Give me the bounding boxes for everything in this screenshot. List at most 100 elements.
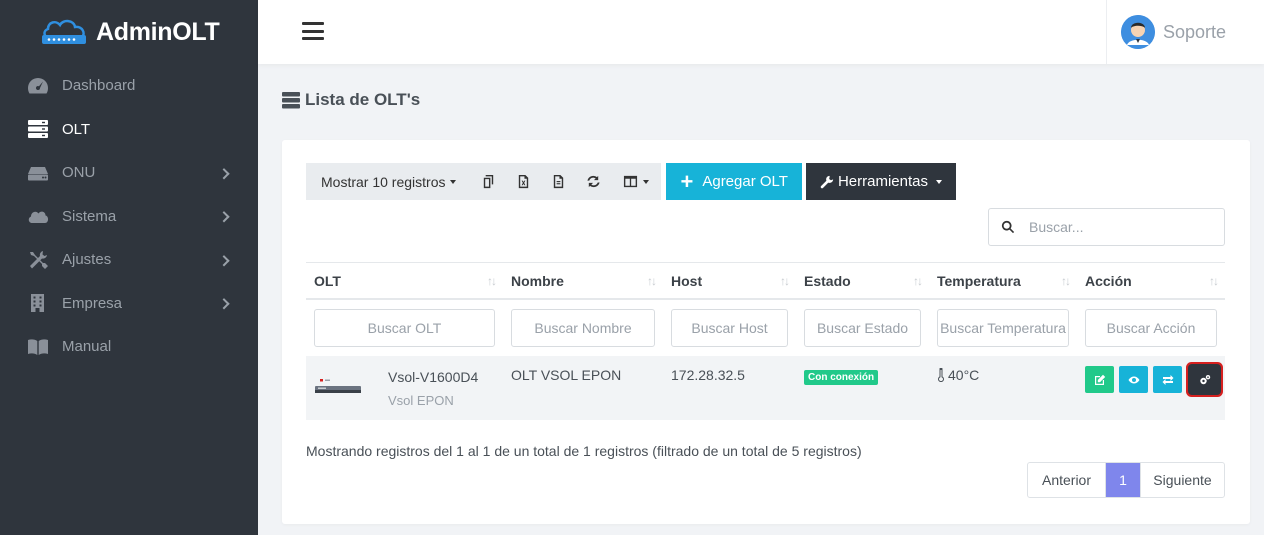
book-icon bbox=[26, 337, 50, 357]
page-title: Lista de OLT's bbox=[282, 90, 420, 110]
filter-host-input[interactable] bbox=[671, 309, 788, 347]
filter-estado-input[interactable] bbox=[804, 309, 921, 347]
next-page-button[interactable]: Siguiente bbox=[1140, 463, 1224, 497]
column-header-nombre[interactable]: Nombre ↑↓ bbox=[503, 263, 663, 298]
column-header-estado[interactable]: Estado ↑↓ bbox=[796, 263, 929, 298]
chevron-right-icon bbox=[218, 211, 230, 223]
file-excel-icon bbox=[519, 174, 529, 189]
sort-icon: ↑↓ bbox=[487, 274, 497, 288]
sidebar-item-dashboard[interactable]: Dashboard bbox=[0, 64, 258, 108]
olt-list-card: Mostrar 10 registros + Agregar OLT Herra… bbox=[282, 140, 1250, 524]
tools-label: Herramientas bbox=[837, 173, 928, 190]
cogs-icon bbox=[1199, 374, 1210, 384]
transfer-button[interactable] bbox=[1153, 366, 1182, 393]
copy-button[interactable] bbox=[471, 163, 506, 200]
show-records-dropdown[interactable]: Mostrar 10 registros bbox=[306, 163, 471, 200]
sidebar-item-manual[interactable]: Manual bbox=[0, 325, 258, 369]
plus-icon: + bbox=[680, 168, 694, 194]
sidebar-item-olt[interactable]: OLT bbox=[0, 108, 258, 152]
cell-olt: Vsol-V1600D4 Vsol EPON bbox=[306, 356, 503, 420]
filter-cell-olt bbox=[306, 309, 503, 347]
table-header-row: OLT ↑↓ Nombre ↑↓ Host ↑↓ Estado ↑↓ Temperatu… bbox=[306, 262, 1225, 300]
chevron-right-icon bbox=[218, 298, 230, 310]
refresh-icon bbox=[587, 175, 601, 188]
cell-accion bbox=[1077, 356, 1225, 420]
olt-table: OLT ↑↓ Nombre ↑↓ Host ↑↓ Estado ↑↓ Temperatu… bbox=[306, 262, 1225, 420]
sidebar-item-ajustes[interactable]: Ajustes bbox=[0, 238, 258, 282]
column-visibility-dropdown[interactable] bbox=[611, 163, 661, 200]
sidebar-item-label: Sistema bbox=[62, 207, 117, 225]
sort-icon: ↑↓ bbox=[780, 274, 790, 288]
temperature-value: 40°C bbox=[948, 367, 980, 383]
caret-down-icon bbox=[935, 179, 942, 184]
column-header-olt[interactable]: OLT ↑↓ bbox=[306, 263, 503, 298]
sidebar-item-label: Dashboard bbox=[62, 77, 136, 95]
sort-icon: ↑↓ bbox=[913, 274, 923, 288]
cloud-router-logo-icon bbox=[42, 19, 86, 44]
exchange-icon bbox=[1162, 374, 1173, 385]
sort-icon: ↑↓ bbox=[1061, 274, 1071, 288]
pdf-export-button[interactable] bbox=[541, 163, 576, 200]
add-olt-button[interactable]: + Agregar OLT bbox=[666, 163, 802, 200]
header-label: Temperatura bbox=[937, 272, 1021, 289]
filter-temperatura-input[interactable] bbox=[937, 309, 1069, 347]
brand[interactable]: AdminOLT bbox=[0, 0, 258, 64]
menu-toggle-icon[interactable] bbox=[302, 22, 324, 40]
search-icon bbox=[1001, 220, 1015, 234]
wrench-icon bbox=[820, 175, 834, 188]
column-header-temperatura[interactable]: Temperatura ↑↓ bbox=[929, 263, 1077, 298]
tools-icon bbox=[26, 250, 50, 270]
pagination: Anterior 1 Siguiente bbox=[1027, 462, 1225, 498]
user-menu[interactable]: Soporte bbox=[1106, 0, 1264, 64]
page-title-text: Lista de OLT's bbox=[305, 90, 421, 109]
excel-export-button[interactable] bbox=[506, 163, 541, 200]
table-filter-row bbox=[306, 300, 1225, 356]
export-button-group: Mostrar 10 registros bbox=[306, 163, 662, 200]
sort-icon: ↑↓ bbox=[647, 274, 657, 288]
filter-olt-input[interactable] bbox=[314, 309, 495, 347]
header-label: Estado bbox=[804, 272, 851, 289]
tools-dropdown-button[interactable]: Herramientas bbox=[805, 163, 956, 200]
caret-down-icon bbox=[643, 179, 650, 184]
thermometer-icon bbox=[938, 367, 944, 383]
user-name: Soporte bbox=[1163, 21, 1227, 42]
refresh-button[interactable] bbox=[576, 163, 611, 200]
cell-host: 172.28.32.5 bbox=[671, 367, 745, 383]
sidebar-item-onu[interactable]: ONU bbox=[0, 151, 258, 195]
header-label: Host bbox=[671, 272, 703, 289]
chevron-right-icon bbox=[218, 167, 230, 180]
caret-down-icon bbox=[450, 179, 457, 184]
gauge-icon bbox=[26, 76, 50, 96]
previous-page-button[interactable]: Anterior bbox=[1028, 463, 1106, 497]
column-header-host[interactable]: Host ↑↓ bbox=[663, 263, 796, 298]
sidebar-item-empresa[interactable]: Empresa bbox=[0, 282, 258, 326]
sidebar-item-sistema[interactable]: Sistema bbox=[0, 195, 258, 239]
search-box bbox=[988, 208, 1225, 246]
olt-type: Vsol EPON bbox=[388, 393, 454, 408]
server-icon bbox=[26, 119, 50, 139]
copy-icon bbox=[484, 174, 494, 189]
top-bar: Soporte bbox=[258, 0, 1264, 64]
server-icon bbox=[282, 92, 300, 109]
filter-cell-host bbox=[663, 309, 796, 347]
add-olt-label: Agregar OLT bbox=[702, 173, 788, 190]
filter-nombre-input[interactable] bbox=[511, 309, 655, 347]
page-1-button[interactable]: 1 bbox=[1106, 463, 1140, 497]
status-badge: Con conexión bbox=[804, 370, 879, 385]
filter-cell-accion bbox=[1077, 309, 1225, 347]
filter-cell-nombre bbox=[503, 309, 663, 347]
sidebar-nav: Dashboard OLT ONU Sistema Ajustes Empres… bbox=[0, 64, 258, 369]
settings-button[interactable] bbox=[1190, 366, 1219, 393]
filter-cell-temperatura bbox=[929, 309, 1077, 347]
header-label: Acción bbox=[1085, 272, 1132, 289]
avatar bbox=[1121, 15, 1155, 49]
view-button[interactable] bbox=[1119, 366, 1148, 393]
hdd-icon bbox=[26, 163, 50, 183]
filter-accion-input[interactable] bbox=[1085, 309, 1217, 347]
search-input[interactable] bbox=[1029, 219, 1209, 235]
olt-device-image bbox=[315, 379, 361, 393]
filter-cell-estado bbox=[796, 309, 929, 347]
edit-button[interactable] bbox=[1085, 366, 1114, 393]
show-records-label: Mostrar 10 registros bbox=[321, 173, 446, 190]
column-header-accion[interactable]: Acción ↑↓ bbox=[1077, 263, 1225, 298]
